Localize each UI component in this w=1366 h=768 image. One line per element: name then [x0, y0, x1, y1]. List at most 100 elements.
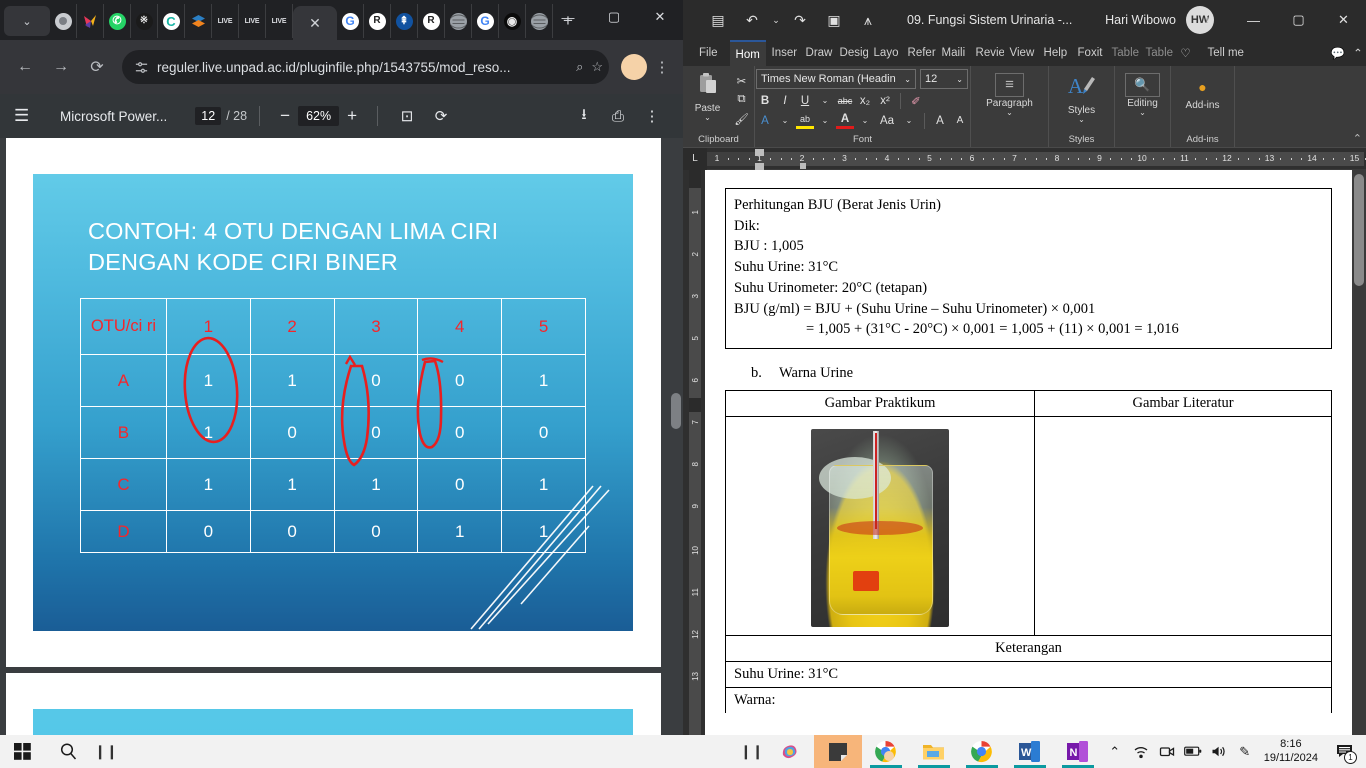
pinned-tab-bug[interactable]: ※: [131, 4, 158, 38]
font-size-select[interactable]: 12 ⌄: [920, 69, 968, 89]
search-icon[interactable]: 🔍: [1125, 73, 1160, 97]
pdf-page-input[interactable]: 12: [195, 107, 222, 125]
tab-openai[interactable]: ◉: [499, 4, 526, 38]
change-case-button[interactable]: Aa: [876, 112, 898, 129]
chevron-down-icon[interactable]: ⌄: [904, 75, 911, 84]
bookmark-star-icon[interactable]: ☆: [591, 59, 603, 75]
pinned-tab-stack[interactable]: [185, 4, 212, 38]
pinned-tab-c[interactable]: C: [158, 4, 185, 38]
word-minimize-button[interactable]: —: [1231, 0, 1276, 40]
tab-researchgate-2[interactable]: R: [418, 4, 445, 38]
chrome-menu-icon[interactable]: ⋮: [649, 58, 675, 76]
tab-globe-1[interactable]: [445, 4, 472, 38]
tab-references[interactable]: Refer: [902, 40, 936, 66]
pinned-tab-live-2[interactable]: LIVE: [239, 4, 266, 38]
word-close-button[interactable]: ✕: [1321, 0, 1366, 40]
font-color-caret-icon[interactable]: ⌄: [856, 112, 874, 129]
pdf-zoom-out-button[interactable]: −: [272, 106, 298, 126]
tab-design[interactable]: Desig: [834, 40, 868, 66]
pdf-scrollbar-track[interactable]: [669, 138, 683, 735]
pinned-tab-live-3[interactable]: LIVE: [266, 4, 293, 38]
taskbar-app-onenote[interactable]: N: [1054, 735, 1102, 768]
hanging-indent-marker[interactable]: [755, 162, 764, 170]
tab-draw[interactable]: Draw: [800, 40, 834, 66]
tab-blue[interactable]: ⇞: [391, 4, 418, 38]
highlight-caret-icon[interactable]: ⌄: [816, 112, 834, 129]
search-button[interactable]: [44, 735, 92, 768]
subscript-button[interactable]: x₂: [856, 92, 874, 109]
taskbar-app-copilot[interactable]: [766, 735, 814, 768]
tab-search-chevron-icon[interactable]: ⌄: [4, 6, 50, 36]
paste-button[interactable]: Paste ⌄: [687, 71, 729, 122]
clear-formatting-icon[interactable]: ✐: [907, 92, 925, 109]
pdf-viewer-canvas[interactable]: CONTOH: 4 OTU DENGAN LIMA CIRI DENGAN KO…: [0, 138, 683, 735]
save-icon[interactable]: ▤: [701, 5, 735, 35]
lightbulb-icon[interactable]: ♡: [1174, 46, 1198, 60]
tab-table-design[interactable]: Table: [1106, 40, 1140, 66]
word-maximize-button[interactable]: ▢: [1276, 0, 1321, 40]
taskbar-app-file-explorer[interactable]: [910, 735, 958, 768]
change-case-caret-icon[interactable]: ⌄: [900, 112, 918, 129]
tab-file[interactable]: File: [687, 40, 730, 66]
word-horizontal-ruler[interactable]: L 1 1 2 3 4 5 6 7 8 9 10 11 12 13 14 15: [683, 147, 1366, 170]
comments-icon[interactable]: 💬: [1326, 46, 1350, 60]
paragraph-caret-icon[interactable]: ⌄: [1006, 109, 1013, 117]
site-settings-icon[interactable]: [134, 60, 149, 75]
back-button[interactable]: ←: [8, 50, 42, 84]
word-page[interactable]: Perhitungan BJU (Berat Jenis Urin) Dik: …: [705, 170, 1352, 735]
tab-help[interactable]: Help: [1038, 40, 1072, 66]
show-hidden-icons-button[interactable]: ⌃: [1102, 735, 1128, 768]
bold-button[interactable]: B: [756, 92, 774, 109]
underline-button[interactable]: U: [796, 92, 814, 109]
undo-dropdown-caret-icon[interactable]: ⌄: [769, 5, 783, 35]
zoom-icon[interactable]: ⌕: [576, 59, 583, 75]
addins-icon[interactable]: ●: [1198, 75, 1206, 99]
underline-caret-icon[interactable]: ⌄: [816, 92, 834, 109]
word-scrollbar-track[interactable]: [1352, 170, 1366, 735]
styles-icon[interactable]: A: [1067, 73, 1097, 104]
tab-insert[interactable]: Inser: [766, 40, 800, 66]
pdf-sidebar-toggle-icon[interactable]: ☰: [14, 106, 46, 126]
tab-home[interactable]: Hom: [729, 40, 766, 66]
task-view-button[interactable]: ❙❙: [92, 735, 120, 768]
tab-review[interactable]: Revie: [970, 40, 1004, 66]
clock[interactable]: 8:16 19/11/2024: [1258, 738, 1328, 766]
start-button[interactable]: [0, 735, 44, 768]
editing-caret-icon[interactable]: ⌄: [1139, 109, 1146, 117]
profile-avatar[interactable]: [621, 54, 647, 80]
tab-table-layout[interactable]: Table: [1140, 40, 1174, 66]
word-document-area[interactable]: 1 2 3 5 6 7 8 9 10 11 12 13 Perhitungan BJU (Berat …: [683, 170, 1366, 735]
text-effects-caret-icon[interactable]: ⌄: [776, 112, 794, 129]
cut-icon[interactable]: ✂: [733, 72, 751, 89]
paste-caret-icon[interactable]: ⌄: [704, 114, 711, 122]
pen-icon[interactable]: ✎: [1232, 735, 1258, 768]
pdf-zoom-in-button[interactable]: +: [339, 106, 365, 126]
pdf-zoom-level[interactable]: 62%: [298, 106, 340, 126]
taskbar-app-chrome-profile[interactable]: [862, 735, 910, 768]
browser-close-button[interactable]: ✕: [637, 0, 683, 34]
strikethrough-button[interactable]: abc: [836, 92, 854, 109]
pdf-rotate-icon[interactable]: ⟳: [424, 107, 458, 125]
superscript-button[interactable]: x²: [876, 92, 894, 109]
highlight-button[interactable]: ab: [796, 112, 814, 129]
volume-icon[interactable]: [1206, 735, 1232, 768]
pinned-tab-yandex[interactable]: [77, 4, 104, 38]
tab-google-2[interactable]: G: [472, 4, 499, 38]
shrink-font-button[interactable]: A: [951, 112, 969, 129]
tab-mailings[interactable]: Maili: [936, 40, 970, 66]
battery-icon[interactable]: [1180, 735, 1206, 768]
tab-google-1[interactable]: G: [337, 4, 364, 38]
grow-font-button[interactable]: A: [931, 112, 949, 129]
tab-stop-selector-icon[interactable]: L: [683, 147, 707, 170]
text-effects-button[interactable]: A: [756, 112, 774, 129]
pdf-print-icon[interactable]: ⎙: [601, 108, 635, 125]
customize-toolbar-icon[interactable]: ⩚: [851, 5, 885, 35]
pdf-download-icon[interactable]: ⭳: [567, 104, 601, 129]
camera-icon[interactable]: [1154, 735, 1180, 768]
ribbon-display-options-icon[interactable]: ⇫: [1186, 0, 1231, 40]
browser-maximize-button[interactable]: ▢: [591, 0, 637, 34]
copy-icon[interactable]: ⧉: [733, 91, 751, 108]
pdf-scrollbar-thumb[interactable]: [671, 393, 681, 429]
browser-minimize-button[interactable]: —: [545, 0, 591, 34]
tab-researchgate-1[interactable]: R: [364, 4, 391, 38]
